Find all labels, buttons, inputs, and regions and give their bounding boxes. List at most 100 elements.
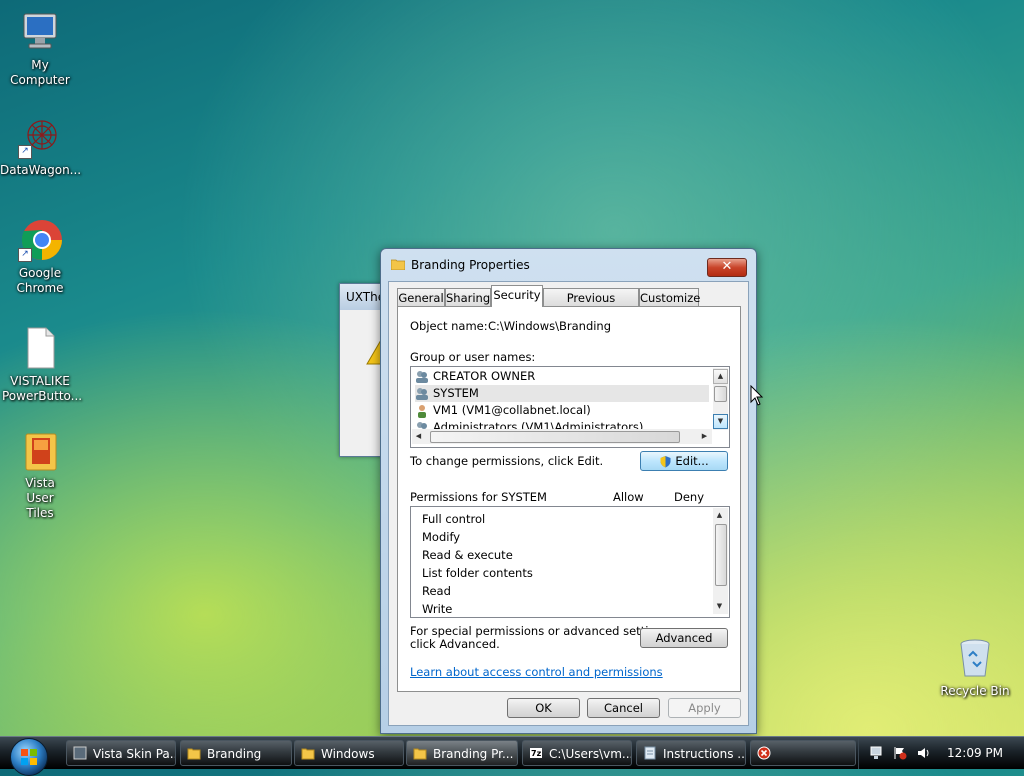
- desktop-icon-label: Google Chrome: [16, 266, 64, 295]
- taskbar-item-7zip[interactable]: 7z C:\Users\vm...: [522, 740, 632, 766]
- action-center-flag-icon[interactable]: [893, 746, 907, 760]
- taskbar-item-windows[interactable]: Windows: [294, 740, 404, 766]
- taskbar-item-error[interactable]: [750, 740, 856, 766]
- user-list[interactable]: CREATOR OWNER SYSTEM VM1 (VM1@collabnet.…: [410, 366, 730, 448]
- user-row-creator-owner[interactable]: CREATOR OWNER: [415, 368, 709, 385]
- tab-customize[interactable]: Customize: [639, 288, 700, 306]
- user-name: VM1 (VM1@collabnet.local): [433, 403, 591, 417]
- tab-general[interactable]: General: [397, 288, 445, 306]
- scroll-thumb[interactable]: [714, 386, 727, 402]
- user-name: SYSTEM: [433, 386, 479, 400]
- deny-column-header: Deny: [674, 490, 705, 504]
- desktop-icon-vista-user-tiles[interactable]: Vista User Tiles: [0, 428, 80, 521]
- ok-button[interactable]: OK: [507, 698, 580, 718]
- user-icon: [418, 404, 426, 418]
- desktop-icon-recycle-bin[interactable]: Recycle Bin: [935, 636, 1015, 699]
- system-tray: 12:09 PM: [858, 737, 1024, 769]
- folder-icon: [391, 259, 405, 270]
- group-icon: [416, 387, 428, 400]
- windows-logo-icon: [21, 749, 37, 765]
- user-list-horizontal-scrollbar[interactable]: ◀ ▶: [412, 429, 712, 444]
- permission-row: Write: [422, 602, 453, 616]
- clock[interactable]: 12:09 PM: [947, 737, 1003, 769]
- user-name: CREATOR OWNER: [433, 369, 536, 383]
- scroll-thumb[interactable]: [715, 524, 727, 586]
- user-name: Administrators (VM1\Administrators): [433, 420, 644, 429]
- recycle-bin-icon: [953, 636, 997, 680]
- volume-icon[interactable]: [917, 746, 931, 760]
- permissions-for-label: Permissions for SYSTEM: [410, 490, 547, 504]
- cancel-button[interactable]: Cancel: [587, 698, 660, 718]
- tab-sharing[interactable]: Sharing: [445, 288, 491, 306]
- network-icon[interactable]: [869, 746, 883, 760]
- dialog-client-area: General Sharing Security Previous Versio…: [388, 281, 749, 726]
- advanced-button[interactable]: Advanced: [640, 628, 728, 648]
- dialog-titlebar[interactable]: Branding Properties ✕: [381, 249, 756, 281]
- object-name-label: Object name:: [410, 319, 488, 333]
- scroll-left-button[interactable]: ◀: [412, 430, 425, 443]
- tab-security[interactable]: Security: [491, 285, 543, 307]
- learn-access-control-link[interactable]: Learn about access control and permissio…: [410, 665, 663, 679]
- computer-icon: [18, 10, 62, 54]
- taskbar-item-branding[interactable]: Branding: [180, 740, 292, 766]
- user-row-system[interactable]: SYSTEM: [415, 385, 709, 402]
- desktop-icon-my-computer[interactable]: My Computer: [0, 10, 80, 88]
- taskbar-item-vista-skin-pack[interactable]: Vista Skin Pa...: [66, 740, 176, 766]
- taskbar-item-label: Branding Pr...: [433, 747, 514, 761]
- edit-button[interactable]: Edit...: [640, 451, 728, 471]
- error-icon: [757, 746, 771, 760]
- user-list-vertical-scrollbar[interactable]: ▲ ▼: [713, 368, 728, 430]
- desktop-icon-datawagon[interactable]: ↗ DataWagon...: [0, 115, 82, 178]
- desktop-icon-google-chrome[interactable]: ↗ Google Chrome: [0, 218, 80, 296]
- taskbar-item-label: Windows: [321, 747, 375, 761]
- taskbar: Vista Skin Pa... Branding Windows Brandi…: [0, 736, 1024, 776]
- permissions-vertical-scrollbar[interactable]: ▲ ▼: [713, 508, 728, 614]
- permission-row: List folder contents: [422, 566, 533, 580]
- change-permissions-text: To change permissions, click Edit.: [410, 454, 604, 468]
- folder-icon: [18, 428, 62, 472]
- desktop-icon-label: DataWagon...: [0, 163, 82, 177]
- permission-row: Read & execute: [422, 548, 513, 562]
- folder-icon: [301, 748, 315, 760]
- security-tab-panel: Object name: C:\Windows\Branding Group o…: [397, 306, 741, 692]
- start-button[interactable]: [10, 738, 48, 776]
- datawagon-icon: ↗: [18, 115, 62, 159]
- notepad-icon: [644, 746, 656, 760]
- scroll-up-button[interactable]: ▲: [713, 509, 726, 522]
- taskbar-item-branding-properties[interactable]: Branding Pr...: [406, 740, 518, 766]
- taskbar-item-label: C:\Users\vm...: [549, 747, 632, 761]
- taskbar-item-label: Vista Skin Pa...: [93, 747, 176, 761]
- tab-previous-versions[interactable]: Previous Versions: [543, 288, 639, 323]
- shortcut-arrow-icon: ↗: [18, 248, 32, 262]
- desktop-icon-vistalike[interactable]: VISTALIKE PowerButto...: [0, 326, 82, 404]
- special-permissions-text-2: click Advanced.: [410, 637, 500, 651]
- apply-button[interactable]: Apply: [668, 698, 741, 718]
- group-icon: [416, 370, 428, 383]
- taskbar-item-label: Branding: [207, 747, 262, 761]
- group-icon: [416, 421, 428, 429]
- desktop-icon-label: Recycle Bin: [940, 684, 1010, 698]
- user-row-vm1[interactable]: VM1 (VM1@collabnet.local): [415, 402, 709, 419]
- folder-icon: [187, 748, 201, 760]
- permission-row: Modify: [422, 530, 461, 544]
- special-permissions-text-1: For special permissions or advanced sett…: [410, 624, 673, 638]
- permissions-list[interactable]: Full control Modify Read & execute List …: [410, 506, 730, 618]
- scroll-down-button[interactable]: ▼: [713, 600, 726, 613]
- dialog-title: Branding Properties: [411, 258, 530, 272]
- permission-row: Full control: [422, 512, 486, 526]
- scroll-right-button[interactable]: ▶: [698, 430, 711, 443]
- application-icon: [73, 746, 87, 760]
- close-button[interactable]: ✕: [707, 258, 747, 277]
- chrome-icon: ↗: [18, 218, 62, 262]
- scroll-up-button[interactable]: ▲: [713, 369, 728, 384]
- desktop-icon-label: Vista User Tiles: [25, 476, 55, 520]
- branding-properties-dialog[interactable]: Branding Properties ✕ General Sharing Se…: [380, 248, 757, 734]
- svg-text:7z: 7z: [531, 749, 542, 758]
- taskbar-item-instructions[interactable]: Instructions ...: [636, 740, 746, 766]
- horizontal-scroll-thumb[interactable]: [430, 431, 680, 443]
- scroll-down-button[interactable]: ▼: [713, 414, 728, 429]
- mouse-cursor-icon: [750, 385, 764, 406]
- user-row-administrators[interactable]: Administrators (VM1\Administrators): [415, 419, 709, 429]
- folder-icon: [413, 748, 427, 760]
- shortcut-arrow-icon: ↗: [18, 145, 32, 159]
